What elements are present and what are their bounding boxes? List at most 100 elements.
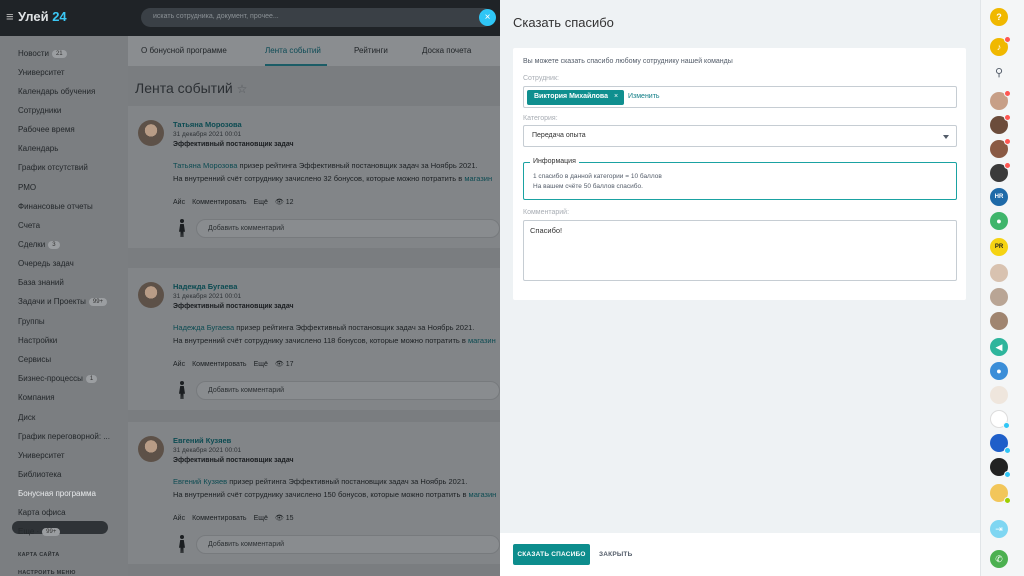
sidebar-item[interactable]: Календарь: [18, 144, 58, 153]
post-date[interactable]: 31 декабря 2021 00:01: [173, 131, 241, 138]
shop-link[interactable]: магазин: [468, 336, 496, 345]
group-chat-icon[interactable]: ●: [990, 362, 1008, 380]
close-icon[interactable]: ×: [479, 9, 496, 26]
avatar[interactable]: [990, 162, 1011, 182]
avatar[interactable]: [990, 138, 1011, 158]
sidebar-item[interactable]: Диск: [18, 413, 35, 422]
sidebar-item[interactable]: График отсутствий: [18, 163, 88, 172]
sidebar-item[interactable]: Группы: [18, 317, 45, 326]
avatar[interactable]: [990, 90, 1011, 110]
sidebar-item[interactable]: РМО: [18, 183, 36, 192]
like-button[interactable]: Айс: [173, 199, 185, 206]
comment-button[interactable]: Комментировать: [192, 199, 247, 206]
sidebar-item[interactable]: Сервисы: [18, 355, 51, 364]
comment-input[interactable]: Добавить комментарий: [196, 219, 500, 238]
avatar[interactable]: [990, 484, 1011, 504]
shop-link[interactable]: магазин: [469, 490, 497, 499]
avatar[interactable]: [990, 114, 1011, 134]
close-button[interactable]: ЗАКРЫТЬ: [599, 544, 632, 565]
post-text: Татьяна Морозова призер рейтинга Эффекти…: [173, 159, 492, 185]
star-icon[interactable]: ☆: [237, 82, 248, 96]
pr-chat-avatar[interactable]: PR: [990, 238, 1008, 256]
avatar[interactable]: [990, 288, 1008, 306]
tab-honor-board[interactable]: Доска почета: [422, 46, 471, 55]
like-button[interactable]: Айс: [173, 361, 185, 368]
post-date[interactable]: 31 декабря 2021 00:01: [173, 447, 241, 454]
sidebar-item[interactable]: Библиотека: [18, 470, 62, 479]
hr-chat-avatar[interactable]: HR: [990, 188, 1008, 206]
sidebar-item[interactable]: Задачи и Проекты 99+: [18, 297, 108, 306]
bell-icon[interactable]: ♪: [990, 36, 1011, 56]
avatar[interactable]: [138, 436, 164, 462]
sidebar-item-label: Финансовые отчеты: [18, 202, 93, 211]
post-author[interactable]: Евгений Кузяев: [173, 436, 231, 445]
comment-button[interactable]: Комментировать: [192, 361, 247, 368]
avatar[interactable]: [990, 458, 1011, 478]
change-employee-link[interactable]: Изменить: [628, 93, 660, 100]
sidebar-item[interactable]: График переговорной: ...: [18, 432, 110, 441]
avatar[interactable]: [990, 410, 1010, 429]
avatar[interactable]: [990, 264, 1008, 282]
employee-link[interactable]: Надежда Бугаева: [173, 323, 234, 332]
post-author[interactable]: Надежда Бугаева: [173, 282, 237, 291]
group-chat-icon[interactable]: ●: [990, 212, 1008, 230]
info-balance: На вашем счёте 50 баллов спасибо.: [533, 183, 643, 190]
search-input[interactable]: искать сотрудника, документ, прочее...: [141, 8, 493, 27]
phone-icon[interactable]: ✆: [990, 550, 1008, 568]
logo[interactable]: ≡ Улей 24: [6, 9, 67, 24]
menu-icon[interactable]: ≡: [6, 9, 15, 24]
sidebar-item[interactable]: Новости 21: [18, 49, 67, 58]
sidebar-item[interactable]: Календарь обучения: [18, 87, 95, 96]
sidebar-item[interactable]: Сотрудники: [18, 106, 61, 115]
avatar[interactable]: [990, 312, 1008, 330]
tab-about[interactable]: О бонусной программе: [141, 46, 227, 55]
avatar[interactable]: [990, 434, 1011, 454]
megaphone-icon[interactable]: ◀: [990, 338, 1008, 356]
help-icon[interactable]: ?: [990, 8, 1008, 26]
sidebar-item[interactable]: Сделки 3: [18, 240, 60, 249]
comment-textarea[interactable]: Спасибо!: [523, 220, 957, 281]
remove-icon[interactable]: ×: [614, 93, 618, 100]
more-button[interactable]: Ещё: [254, 199, 268, 206]
sidebar-item[interactable]: Бонусная программа: [18, 489, 96, 498]
employee-field[interactable]: Виктория Михайлова × Изменить: [523, 86, 957, 108]
sidebar-item[interactable]: Карта офиса: [18, 508, 66, 517]
sidebar-item[interactable]: Университет: [18, 451, 65, 460]
comment-button[interactable]: Комментировать: [192, 515, 247, 522]
comment-input[interactable]: Добавить комментарий: [196, 535, 500, 554]
category-select[interactable]: Передача опыта: [523, 125, 957, 147]
employee-link[interactable]: Татьяна Морозова: [173, 161, 237, 170]
more-button[interactable]: Ещё: [254, 515, 268, 522]
tab-ratings[interactable]: Рейтинги: [354, 46, 388, 55]
sitemap-link[interactable]: КАРТА САЙТА: [18, 552, 59, 558]
tab-feed[interactable]: Лента событий: [265, 46, 321, 55]
post-date[interactable]: 31 декабря 2021 00:01: [173, 293, 241, 300]
sidebar-item[interactable]: База знаний: [18, 278, 64, 287]
sidebar-item[interactable]: Университет: [18, 68, 65, 77]
open-lines-icon[interactable]: ⇥: [990, 520, 1008, 538]
sidebar-item-label: Диск: [18, 413, 36, 422]
sidebar-item[interactable]: Счета: [18, 221, 40, 230]
employee-link[interactable]: Евгений Кузяев: [173, 477, 227, 486]
sidebar-item[interactable]: Еще · 99+: [18, 527, 61, 536]
configure-menu-link[interactable]: НАСТРОИТЬ МЕНЮ: [18, 570, 76, 576]
sidebar-item[interactable]: Настройки: [18, 336, 57, 345]
sidebar-item[interactable]: Компания: [18, 393, 55, 402]
avatar[interactable]: [138, 120, 164, 146]
sidebar-item[interactable]: Бизнес-процессы 1: [18, 374, 98, 383]
comment-input[interactable]: Добавить комментарий: [196, 381, 500, 400]
sidebar-item[interactable]: Очередь задач: [18, 259, 74, 268]
search-icon[interactable]: ⚲: [990, 64, 1008, 82]
sidebar-item[interactable]: Финансовые отчеты: [18, 202, 93, 211]
say-thanks-button[interactable]: СКАЗАТЬ СПАСИБО: [513, 544, 590, 565]
avatar[interactable]: [138, 282, 164, 308]
more-button[interactable]: Ещё: [254, 361, 268, 368]
post-author[interactable]: Татьяна Морозова: [173, 120, 242, 129]
like-button[interactable]: Айс: [173, 515, 185, 522]
avatar[interactable]: [990, 386, 1008, 404]
shop-link[interactable]: магазин: [464, 174, 492, 183]
sidebar-item[interactable]: Рабочее время: [18, 125, 75, 134]
sidebar-item-label: Карта офиса: [18, 508, 66, 517]
sidebar-item-label: Настройки: [18, 336, 58, 345]
employee-tag[interactable]: Виктория Михайлова ×: [527, 90, 625, 105]
